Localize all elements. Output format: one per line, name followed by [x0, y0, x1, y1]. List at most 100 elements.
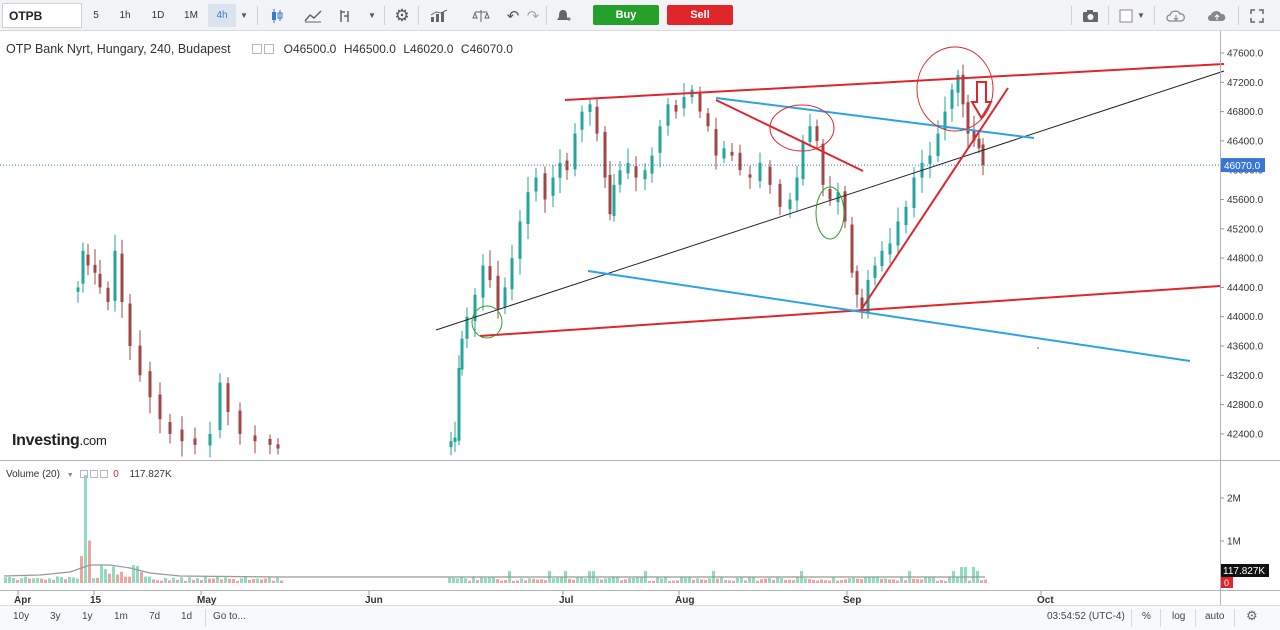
candle-body [449, 441, 453, 448]
range-10y[interactable]: 10y [13, 611, 29, 622]
gear-icon[interactable]: ⚙ [389, 4, 415, 27]
candle-body [626, 162, 630, 174]
volume-hide-icon[interactable] [90, 470, 99, 478]
range-7d[interactable]: 7d [149, 611, 160, 622]
volume-bar [824, 580, 827, 583]
timeframe-4h[interactable]: 4h [208, 4, 236, 27]
volume-bar [452, 577, 455, 583]
volume-bar [28, 578, 31, 583]
volume-bar [280, 580, 283, 583]
dot-marker [1037, 347, 1039, 349]
candle [618, 161, 622, 193]
symbol-input[interactable]: OTPB [2, 3, 82, 28]
volume-bar [148, 576, 151, 583]
gear-icon[interactable]: ⚙ [1246, 608, 1258, 624]
divider [384, 6, 385, 25]
candle [128, 293, 132, 361]
compare-icon[interactable] [468, 4, 494, 27]
candle [981, 138, 985, 176]
candle [106, 281, 110, 311]
volume-bar [160, 580, 163, 583]
volume-bar [864, 577, 867, 583]
candle-body [113, 250, 117, 301]
camera-icon[interactable] [1077, 4, 1103, 27]
indicators-icon[interactable] [333, 4, 359, 27]
candle-body [588, 104, 592, 113]
volume-bar [476, 580, 479, 583]
volume-bar [32, 578, 35, 583]
range-3y[interactable]: 3y [50, 611, 61, 622]
toolbar: OTPB 5 1h 1D 1M 4h ▼ ▼ ⚙ ↶ ↷ Buy Sell ▼ [0, 0, 1280, 31]
volume-bar [820, 579, 823, 583]
cloud-download-icon[interactable] [1163, 4, 1189, 27]
study-icon[interactable] [426, 4, 452, 27]
volume-bar [496, 579, 499, 583]
range-1m[interactable]: 1m [114, 611, 128, 622]
volume-close-icon[interactable] [100, 470, 109, 478]
volume-bar [912, 578, 915, 583]
volume-bar [552, 578, 555, 583]
goto-button[interactable]: Go to... [213, 611, 246, 622]
chart-canvas[interactable]: 47600.047200.046800.046400.046000.045600… [0, 31, 1280, 605]
timeframe-1d[interactable]: 1D [144, 4, 172, 27]
timeframe-5[interactable]: 5 [86, 4, 106, 27]
price-tick-label: 47600.0 [1227, 49, 1264, 60]
candle-body [526, 192, 530, 225]
price-tick-label: 42800.0 [1227, 400, 1264, 411]
volume-bar [68, 576, 71, 583]
area-chart-icon[interactable] [300, 4, 326, 27]
candle-body [888, 243, 892, 255]
instrument-title: OTP Bank Nyrt, Hungary, 240, Budapest [6, 42, 231, 56]
volume-bar [120, 571, 123, 583]
close-value: C46070.0 [460, 42, 513, 56]
volume-bar [812, 580, 815, 583]
timeframe-dropdown-icon[interactable]: ▼ [236, 4, 252, 27]
auto-toggle[interactable]: auto [1205, 611, 1224, 622]
alert-icon[interactable] [550, 4, 576, 27]
candle-body [93, 264, 97, 273]
sell-button[interactable]: Sell [667, 5, 733, 25]
timeframe-1h[interactable]: 1h [113, 4, 137, 27]
divider [418, 6, 419, 25]
volume-bar [276, 577, 279, 583]
layout-dropdown-icon[interactable]: ▼ [1134, 4, 1148, 27]
candle [778, 179, 782, 216]
volume-bar [140, 572, 143, 583]
candle-body [977, 138, 981, 149]
volume-bar [176, 579, 179, 583]
divider [1071, 6, 1072, 25]
candle [961, 64, 965, 118]
volume-label: Volume (20) [6, 469, 60, 480]
volume-dropdown-icon[interactable]: ▼ [67, 472, 74, 479]
volume-settings-icon[interactable] [80, 470, 89, 478]
candle [208, 421, 212, 458]
range-1y[interactable]: 1y [82, 611, 93, 622]
indicators-dropdown-icon[interactable]: ▼ [364, 4, 380, 27]
range-1d[interactable]: 1d [181, 611, 192, 622]
candle [113, 234, 117, 312]
volume-bar [180, 577, 183, 583]
candle [595, 98, 599, 142]
legend-settings-icon[interactable] [252, 42, 276, 56]
candle-body [496, 275, 500, 310]
volume-bar [252, 579, 255, 583]
buy-button[interactable]: Buy [593, 5, 659, 25]
fullscreen-icon[interactable] [1244, 4, 1270, 27]
price-grid [0, 164, 1220, 596]
timeframe-1m[interactable]: 1M [177, 4, 205, 27]
volume-bar [700, 579, 703, 583]
volume-bar [72, 577, 75, 583]
volume-bar [980, 580, 983, 583]
percent-toggle[interactable]: % [1142, 611, 1151, 622]
candle [558, 149, 562, 194]
redo-icon[interactable]: ↷ [520, 4, 546, 27]
volume-bar [156, 580, 159, 583]
candle-body [904, 206, 908, 226]
candlestick-icon[interactable] [264, 4, 290, 27]
candle-body [488, 266, 492, 281]
candle [860, 288, 864, 319]
cloud-upload-icon[interactable] [1204, 4, 1230, 27]
volume-bar [808, 579, 811, 583]
candle [488, 250, 492, 288]
log-toggle[interactable]: log [1172, 611, 1185, 622]
